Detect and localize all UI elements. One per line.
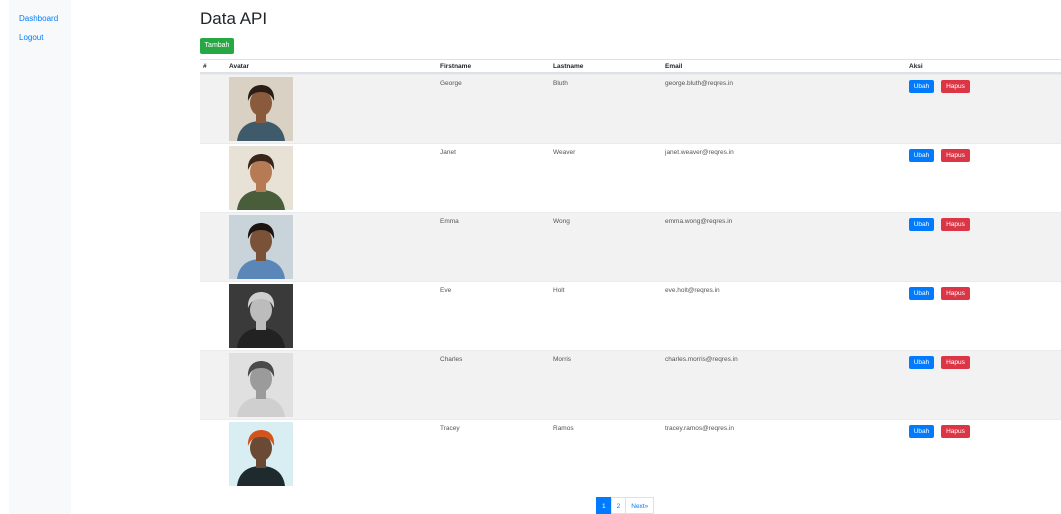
delete-button[interactable]: Hapus [941,149,970,162]
next-page-button[interactable]: Next» [625,497,655,514]
edit-button[interactable]: Ubah [909,425,934,438]
avatar [229,422,293,486]
lastname-cell: Wong [553,218,570,225]
header-email: Email [665,63,683,70]
table-row: George Bluth george.bluth@reqres.in Ubah Hap… [200,74,1061,143]
edit-button[interactable]: Ubah [909,356,934,369]
firstname-cell: George [440,80,462,87]
header-firstname: Firstname [440,63,472,70]
email-cell: george.bluth@reqres.in [665,80,734,87]
lastname-cell: Bluth [553,80,568,87]
email-cell: eve.holt@reqres.in [665,287,720,294]
delete-button[interactable]: Hapus [941,218,970,231]
email-cell: charles.morris@reqres.in [665,356,738,363]
avatar [229,353,293,417]
avatar [229,77,293,141]
avatar [229,284,293,348]
delete-button[interactable]: Hapus [941,356,970,369]
firstname-cell: Tracey [440,425,460,432]
edit-button[interactable]: Ubah [909,149,934,162]
page-2-button[interactable]: 2 [610,497,627,514]
email-cell: emma.wong@reqres.in [665,218,733,225]
table-row: Charles Morris charles.morris@reqres.in Uba… [200,350,1061,419]
email-cell: janet.weaver@reqres.in [665,149,734,156]
edit-button[interactable]: Ubah [909,218,934,231]
lastname-cell: Holt [553,287,565,294]
delete-button[interactable]: Hapus [941,425,970,438]
table-row: Tracey Ramos tracey.ramos@reqres.in Ubah Hap… [200,419,1061,488]
avatar [229,146,293,210]
sidebar-item-logout[interactable]: Logout [9,31,71,50]
delete-button[interactable]: Hapus [941,287,970,300]
firstname-cell: Janet [440,149,456,156]
sidebar: Dashboard Logout [9,0,71,514]
avatar-photo [229,284,293,348]
lastname-cell: Weaver [553,149,576,156]
lastname-cell: Ramos [553,425,574,432]
header-number: # [203,63,207,70]
firstname-cell: Eve [440,287,452,294]
header-actions: Aksi [909,63,923,70]
data-table: # Avatar Firstname Lastname Email Aksi G… [200,59,1061,488]
email-cell: tracey.ramos@reqres.in [665,425,734,432]
header-lastname: Lastname [553,63,584,70]
pagination: 1 2 Next» [596,497,655,514]
delete-button[interactable]: Hapus [941,80,970,93]
add-button[interactable]: Tambah [200,38,234,54]
avatar-photo [229,215,293,279]
table-body: George Bluth george.bluth@reqres.in Ubah Hap… [200,74,1061,488]
table-row: Janet Weaver janet.weaver@reqres.in Ubah Hap… [200,143,1061,212]
row-actions: Ubah Hapus [909,287,970,300]
firstname-cell: Charles [440,356,463,363]
row-actions: Ubah Hapus [909,218,970,231]
row-actions: Ubah Hapus [909,425,970,438]
edit-button[interactable]: Ubah [909,80,934,93]
page-1-button[interactable]: 1 [596,497,612,514]
avatar [229,215,293,279]
firstname-cell: Emma [440,218,459,225]
header-avatar: Avatar [229,63,249,70]
table-header: # Avatar Firstname Lastname Email Aksi [200,59,1061,74]
avatar-photo [229,146,293,210]
row-actions: Ubah Hapus [909,80,970,93]
row-actions: Ubah Hapus [909,356,970,369]
avatar-photo [229,422,293,486]
edit-button[interactable]: Ubah [909,287,934,300]
sidebar-item-dashboard[interactable]: Dashboard [9,12,71,31]
avatar-photo [229,353,293,417]
table-row: Eve Holt eve.holt@reqres.in Ubah Hapus [200,281,1061,350]
lastname-cell: Morris [553,356,572,363]
table-row: Emma Wong emma.wong@reqres.in Ubah Hapus [200,212,1061,281]
avatar-photo [229,77,293,141]
row-actions: Ubah Hapus [909,149,970,162]
page-title: Data API [200,9,268,28]
